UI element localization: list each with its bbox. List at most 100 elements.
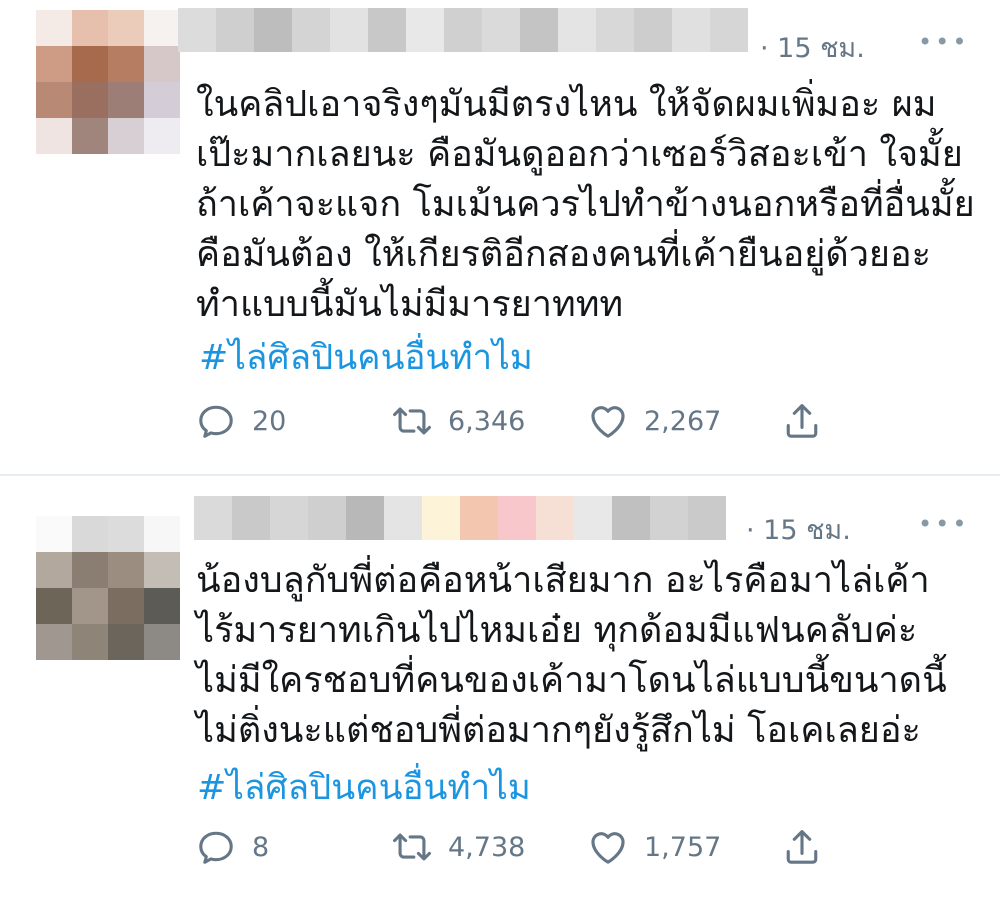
blur-pixel — [216, 8, 254, 52]
retweet-count: 6,346 — [448, 405, 526, 437]
blur-pixel — [270, 496, 308, 540]
blur-pixel — [178, 8, 216, 52]
blur-pixel — [498, 496, 536, 540]
reply-icon — [199, 405, 233, 438]
heart-icon — [591, 832, 625, 864]
reply-count: 20 — [252, 405, 287, 437]
blur-pixel — [688, 496, 726, 540]
hashtag-link[interactable]: #ไล่ศิลปินคนอื่นทำไม — [197, 760, 531, 815]
retweet-count: 4,738 — [448, 831, 526, 863]
blur-pixel — [72, 10, 108, 46]
hashtag-link[interactable]: #ไล่ศิลปินคนอื่นทำไม — [199, 330, 533, 385]
blur-pixel — [650, 496, 688, 540]
blur-pixel — [460, 496, 498, 540]
blur-pixel — [144, 552, 180, 588]
blur-pixel — [482, 8, 520, 52]
more-options-icon[interactable]: ••• — [918, 28, 969, 56]
blur-pixel — [108, 588, 144, 624]
blurred-user-name[interactable] — [178, 8, 748, 52]
blur-pixel — [144, 516, 180, 552]
retweet-button[interactable]: 6,346 — [390, 396, 525, 446]
blur-pixel — [72, 516, 108, 552]
blur-pixel — [144, 82, 180, 118]
blur-pixel — [346, 496, 384, 540]
blur-pixel — [596, 8, 634, 52]
tweet-text-line: ทำแบบนี้มันไม่มีมารยาททท — [196, 284, 624, 325]
blur-pixel — [36, 516, 72, 552]
reply-icon — [199, 831, 233, 864]
blur-pixel — [36, 82, 72, 118]
blur-pixel — [36, 46, 72, 82]
blur-pixel — [612, 496, 650, 540]
blur-pixel — [144, 46, 180, 82]
blur-pixel — [72, 46, 108, 82]
blur-pixel — [710, 8, 748, 52]
reply-button[interactable]: 20 — [194, 396, 286, 446]
blur-pixel — [108, 552, 144, 588]
blur-pixel — [108, 10, 144, 46]
share-icon — [786, 404, 818, 438]
like-button[interactable]: 1,757 — [586, 822, 721, 872]
blur-pixel — [368, 8, 406, 52]
more-options-icon[interactable]: ••• — [918, 510, 969, 538]
share-button[interactable] — [780, 822, 824, 872]
blur-pixel — [36, 624, 72, 660]
blur-pixel — [144, 118, 180, 154]
blur-pixel — [108, 82, 144, 118]
blur-pixel — [444, 8, 482, 52]
tweet-timestamp[interactable]: · 15 ชม. — [760, 26, 865, 69]
tweet-text: ในคลิปเอาจริงๆมันมีตรงไหน ให้จัดผมเพิ่มอ… — [196, 80, 975, 330]
tweet-text-line: ไม่มีใครชอบที่คนของเค้ามาโดนไล่แบบนี้ขนา… — [196, 660, 947, 701]
like-count: 1,757 — [644, 831, 722, 863]
tweet-actions: 8 4,738 1,757 — [0, 822, 1000, 872]
blur-pixel — [144, 588, 180, 624]
share-icon — [786, 830, 818, 864]
tweet-text: น้องบลูกับพี่ต่อคือหน้าเสียมาก อะไรคือมา… — [196, 556, 947, 756]
blur-pixel — [72, 118, 108, 154]
blur-pixel — [520, 8, 558, 52]
blur-pixel — [194, 496, 232, 540]
avatar[interactable] — [36, 10, 180, 154]
blur-pixel — [144, 624, 180, 660]
blur-pixel — [384, 496, 422, 540]
blur-pixel — [72, 588, 108, 624]
blur-pixel — [108, 516, 144, 552]
avatar[interactable] — [36, 516, 180, 660]
blur-pixel — [108, 46, 144, 82]
share-button[interactable] — [780, 396, 824, 446]
tweet-actions: 20 6,346 2,267 — [0, 396, 1000, 446]
blur-pixel — [254, 8, 292, 52]
blur-pixel — [72, 82, 108, 118]
blur-pixel — [108, 624, 144, 660]
tweet-timestamp[interactable]: · 15 ชม. — [746, 508, 851, 551]
blur-pixel — [308, 496, 346, 540]
blurred-user-name[interactable] — [194, 496, 726, 540]
blur-pixel — [72, 552, 108, 588]
blur-pixel — [558, 8, 596, 52]
retweet-button[interactable]: 4,738 — [390, 822, 525, 872]
blur-pixel — [422, 496, 460, 540]
blur-pixel — [232, 496, 270, 540]
like-count: 2,267 — [644, 405, 722, 437]
tweet-text-line: ในคลิปเอาจริงๆมันมีตรงไหน ให้จัดผมเพิ่มอ… — [196, 84, 937, 125]
like-button[interactable]: 2,267 — [586, 396, 721, 446]
tweet-text-line: ถ้าเค้าจะแจก โมเม้นควรไปทำข้างนอกหรือที่… — [196, 184, 975, 225]
reply-count: 8 — [252, 831, 270, 863]
tweet-text-line: คือมันต้อง ให้เกียรติอีกสองคนที่เค้ายืนอ… — [196, 234, 931, 275]
reply-button[interactable]: 8 — [194, 822, 269, 872]
heart-icon — [591, 406, 625, 438]
blur-pixel — [536, 496, 574, 540]
blur-pixel — [672, 8, 710, 52]
tweet-text-line: เป๊ะมากเลยนะ คือมันดูออกว่าเซอร์วิสอะเข้… — [196, 134, 963, 175]
retweet-icon — [393, 407, 431, 435]
blur-pixel — [406, 8, 444, 52]
tweet[interactable]: · 15 ชม. ••• ในคลิปเอาจริงๆมันมีตรงไหน ใ… — [0, 0, 1000, 475]
tweet-text-line: น้องบลูกับพี่ต่อคือหน้าเสียมาก อะไรคือมา… — [196, 560, 930, 601]
blur-pixel — [144, 10, 180, 46]
blur-pixel — [36, 10, 72, 46]
blur-pixel — [108, 118, 144, 154]
blur-pixel — [36, 118, 72, 154]
blur-pixel — [36, 588, 72, 624]
blur-pixel — [72, 624, 108, 660]
blur-pixel — [574, 496, 612, 540]
